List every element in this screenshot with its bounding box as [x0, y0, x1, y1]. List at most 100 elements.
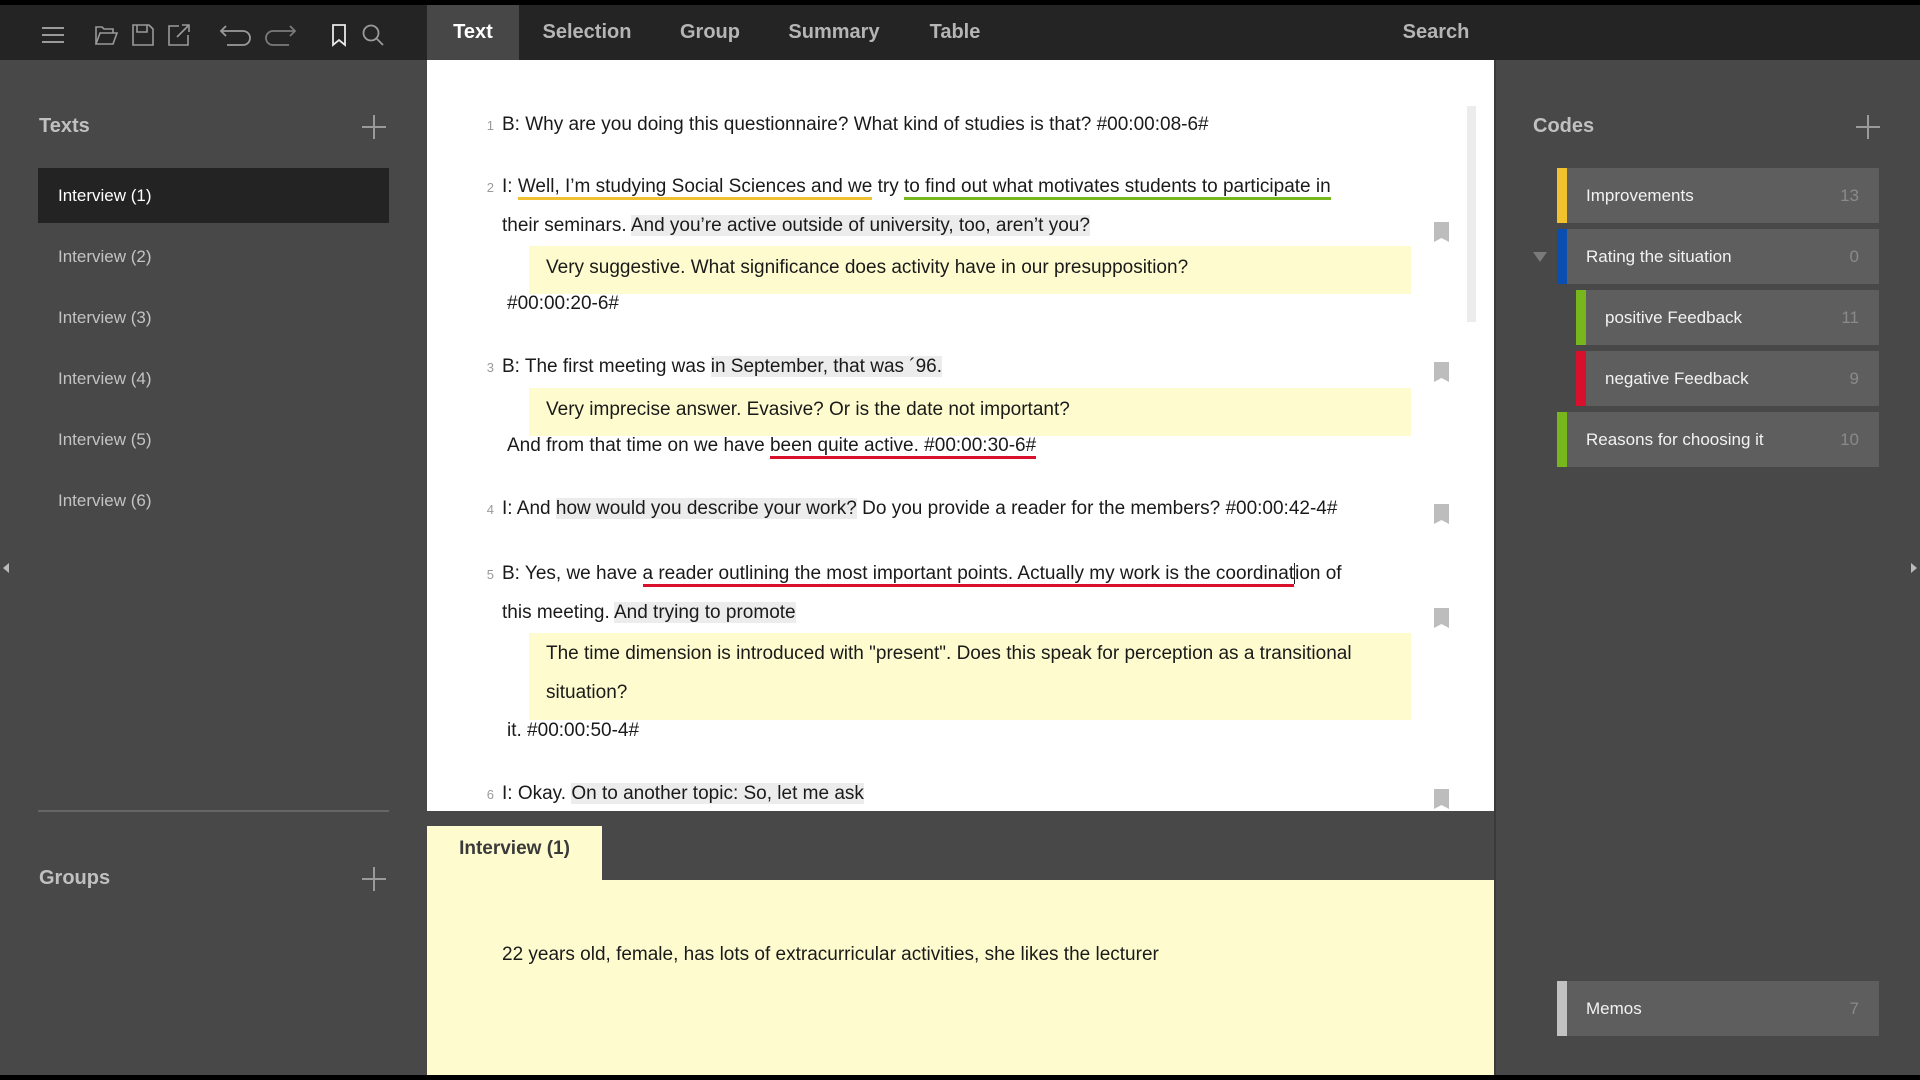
save-icon[interactable]: [131, 23, 155, 47]
text-segment: Do you provide a reader for the members?…: [856, 498, 1338, 519]
panel-divider: [38, 810, 389, 812]
document-scrollbar[interactable]: [1467, 106, 1476, 322]
document-view[interactable]: 1 B: Why are you doing this questionnair…: [427, 60, 1494, 811]
code-color-bar: [1576, 351, 1586, 406]
redo-icon[interactable]: [263, 23, 297, 47]
text-item[interactable]: Interview (1): [38, 168, 389, 223]
text-item[interactable]: Interview (4): [38, 351, 389, 406]
memo-text: Very suggestive. What significance does …: [546, 257, 1189, 278]
text-segment: And from that time on we have: [507, 435, 770, 456]
code-label: Rating the situation: [1586, 247, 1732, 266]
inline-memo[interactable]: Very suggestive. What significance does …: [529, 246, 1411, 294]
undo-icon[interactable]: [219, 23, 253, 47]
memo-body[interactable]: 22 years old, female, has lots of extrac…: [427, 880, 1494, 1075]
memo-anchor-segment[interactable]: And you’re active outside of university,…: [630, 215, 1090, 236]
code-label: positive Feedback: [1605, 308, 1743, 327]
code-item-improvements[interactable]: Improvements 13: [1557, 168, 1879, 223]
line-text[interactable]: B: Why are you doing this questionnaire?…: [502, 114, 1209, 136]
text-segment: B: Yes, we have: [502, 563, 643, 584]
tab-selection[interactable]: Selection: [530, 5, 644, 60]
expand-triangle-icon[interactable]: [1533, 252, 1547, 262]
memo-anchor-segment[interactable]: On to another topic: So, let me ask: [571, 783, 864, 804]
line-text[interactable]: B: Yes, we have a reader outlining the m…: [502, 563, 1342, 587]
line-text[interactable]: I: And how would you describe your work?…: [502, 498, 1337, 520]
bookmark-icon[interactable]: [1434, 608, 1449, 628]
bookmark-icon[interactable]: [1434, 504, 1449, 524]
texts-panel-title: Texts: [39, 115, 90, 137]
code-count: 11: [1841, 308, 1859, 327]
search-icon[interactable]: [361, 23, 385, 47]
code-count: 9: [1849, 369, 1859, 388]
memo-text: The time dimension is introduced with "p…: [546, 643, 1352, 664]
code-label: Reasons for choosing it: [1586, 430, 1764, 449]
code-count: 10: [1840, 430, 1859, 449]
text-item[interactable]: Interview (3): [38, 290, 389, 345]
menu-icon[interactable]: [41, 23, 65, 47]
text-item[interactable]: Interview (2): [38, 229, 389, 284]
memo-anchor-segment[interactable]: And trying to promote: [613, 602, 796, 623]
code-item-positive-feedback[interactable]: positive Feedback 11: [1576, 290, 1879, 345]
memo-anchor-segment[interactable]: in September, that was ´96.: [710, 356, 943, 377]
text-item[interactable]: Interview (6): [38, 473, 389, 528]
memo-tab[interactable]: Interview (1): [427, 826, 602, 882]
line-number: 6: [486, 787, 494, 802]
text-segment: their seminars.: [502, 215, 631, 236]
add-group-button[interactable]: [362, 867, 386, 891]
code-item-negative-feedback[interactable]: negative Feedback 9: [1576, 351, 1879, 406]
coded-segment-negative-feedback[interactable]: a reader outlining the most important po…: [642, 563, 1295, 587]
code-color-bar: [1557, 168, 1567, 223]
line-text[interactable]: their seminars. And you’re active outsid…: [502, 215, 1090, 237]
folder-open-icon[interactable]: [94, 23, 118, 47]
add-code-button[interactable]: [1856, 115, 1880, 139]
code-label: negative Feedback: [1605, 369, 1749, 388]
bookmark-icon[interactable]: [1434, 362, 1449, 382]
text-segment: try: [872, 176, 904, 197]
tab-text[interactable]: Text: [427, 5, 519, 60]
memo-text: Very imprecise answer. Evasive? Or is th…: [546, 399, 1070, 420]
line-number: 5: [486, 567, 494, 582]
codes-sidebar: Codes Improvements 13 Rating the situati…: [1494, 60, 1920, 1075]
codes-panel-title: Codes: [1533, 115, 1595, 137]
memos-label: Memos: [1586, 999, 1642, 1018]
memo-text: situation?: [546, 682, 628, 703]
collapse-right-arrow-icon[interactable]: [1911, 563, 1917, 573]
text-segment: I:: [502, 176, 518, 197]
text-item[interactable]: Interview (5): [38, 412, 389, 467]
inline-memo[interactable]: Very imprecise answer. Evasive? Or is th…: [529, 388, 1411, 436]
line-number: 2: [486, 180, 494, 195]
inline-memo[interactable]: The time dimension is introduced with "p…: [529, 633, 1411, 720]
toolbar: Text Selection Group Summary Table Searc…: [0, 5, 1920, 60]
line-text[interactable]: this meeting. And trying to promote: [502, 602, 796, 624]
line-text[interactable]: B: The first meeting was in September, t…: [502, 356, 943, 378]
memos-item[interactable]: Memos 7: [1557, 981, 1879, 1036]
line-text[interactable]: I: Well, I’m studying Social Sciences an…: [502, 176, 1331, 200]
code-item-rating-the-situation[interactable]: Rating the situation 0: [1557, 229, 1879, 284]
export-icon[interactable]: [167, 23, 191, 47]
code-label: Improvements: [1586, 186, 1694, 205]
code-count: 0: [1849, 247, 1859, 266]
tab-group[interactable]: Group: [667, 5, 753, 60]
coded-segment-negative-feedback[interactable]: been quite active. #00:00:30-6#: [769, 435, 1037, 459]
code-color-bar: [1576, 290, 1586, 345]
search-tab[interactable]: Search: [1390, 5, 1482, 60]
texts-sidebar: Texts Interview (1) Interview (2) Interv…: [0, 60, 427, 1075]
memo-text[interactable]: 22 years old, female, has lots of extrac…: [502, 944, 1159, 966]
tab-summary[interactable]: Summary: [778, 5, 890, 60]
bookmark-icon[interactable]: [327, 23, 351, 47]
memo-anchor-segment[interactable]: how would you describe your work?: [555, 498, 857, 519]
line-text[interactable]: And from that time on we have been quite…: [507, 435, 1037, 459]
tab-table[interactable]: Table: [915, 5, 995, 60]
bookmark-icon[interactable]: [1434, 789, 1449, 809]
add-text-button[interactable]: [362, 115, 386, 139]
line-number: 4: [486, 502, 494, 517]
memos-count: 7: [1849, 999, 1859, 1018]
text-segment: I: And: [502, 498, 556, 519]
coded-segment-improvements[interactable]: Well, I’m studying Social Sciences and w…: [517, 176, 873, 200]
code-color-bar: [1557, 412, 1567, 467]
code-item-reasons-for-choosing-it[interactable]: Reasons for choosing it 10: [1557, 412, 1879, 467]
text-segment: B: The first meeting was: [502, 356, 711, 377]
line-text[interactable]: I: Okay. On to another topic: So, let me…: [502, 783, 864, 805]
collapse-left-arrow-icon[interactable]: [3, 563, 9, 573]
bookmark-icon[interactable]: [1434, 222, 1449, 242]
coded-segment-reasons[interactable]: to find out what motivates students to p…: [904, 176, 1331, 200]
